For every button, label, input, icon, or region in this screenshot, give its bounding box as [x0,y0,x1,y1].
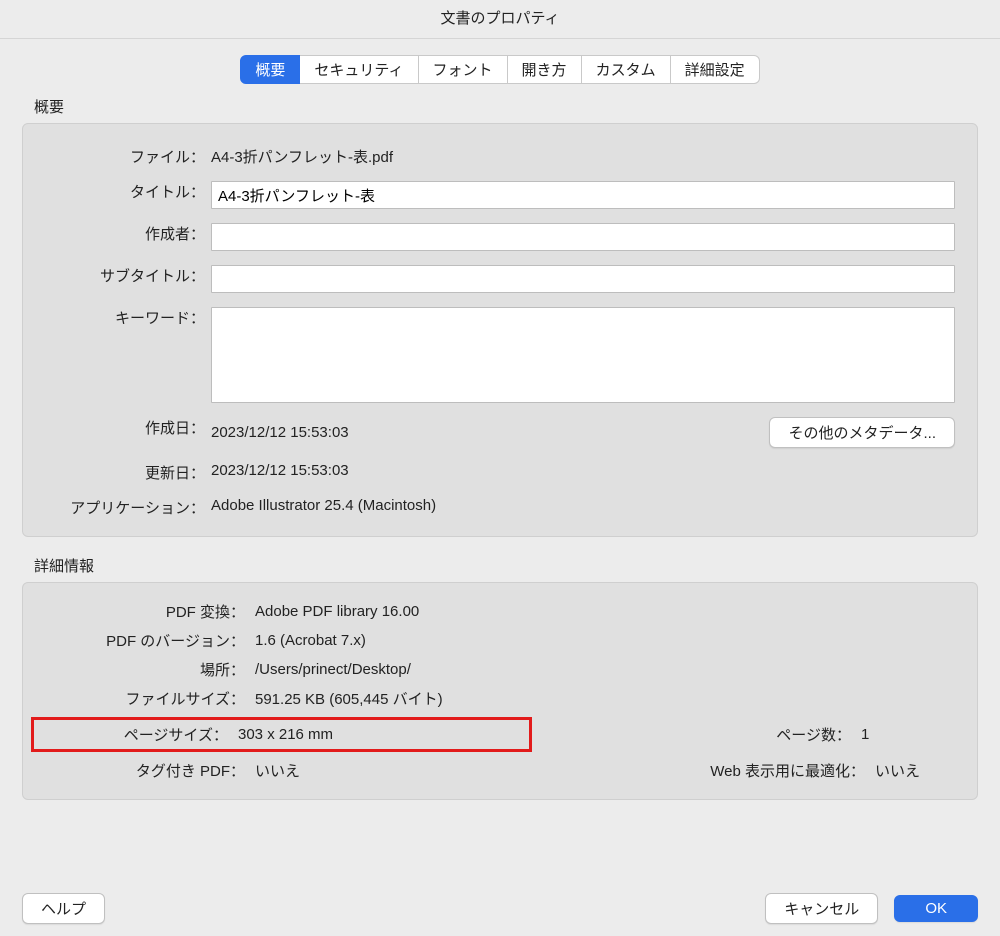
tab-open[interactable]: 開き方 [508,55,582,84]
summary-section: ファイル： A4-3折パンフレット-表.pdf タイトル： 作成者： サブタイト… [22,123,978,537]
label-application: アプリケーション： [45,493,211,518]
value-application: Adobe Illustrator 25.4 (Macintosh) [211,497,436,514]
title-input[interactable] [211,181,955,209]
row-subtitle: サブタイトル： [45,261,955,293]
label-file-size: ファイルサイズ： [45,688,255,709]
ok-button[interactable]: OK [894,895,978,922]
tabbar: 概要 セキュリティ フォント 開き方 カスタム 詳細設定 [22,55,978,84]
row-keywords: キーワード： [45,303,955,403]
value-pdf-version: 1.6 (Acrobat 7.x) [255,632,366,649]
label-fast-web: Web 表示用に最適化： [546,760,876,781]
tab-font[interactable]: フォント [419,55,508,84]
row-location: 場所： /Users/prinect/Desktop/ [45,659,955,680]
value-location: /Users/prinect/Desktop/ [255,661,411,678]
label-pdf-converter: PDF 変換： [45,601,255,622]
label-pdf-version: PDF のバージョン： [45,630,255,651]
label-author: 作成者： [45,219,211,244]
document-properties-window: 文書のプロパティ 概要 セキュリティ フォント 開き方 カスタム 詳細設定 概要… [0,0,1000,936]
value-pdf-converter: Adobe PDF library 16.00 [255,603,419,620]
label-file: ファイル： [45,142,211,167]
label-modified: 更新日： [45,458,211,483]
row-pdf-version: PDF のバージョン： 1.6 (Acrobat 7.x) [45,630,955,651]
label-subtitle: サブタイトル： [45,261,211,286]
more-metadata-button[interactable]: その他のメタデータ... [769,417,955,448]
row-file-size: ファイルサイズ： 591.25 KB (605,445 バイト) [45,688,955,709]
value-fast-web: いいえ [875,760,955,781]
page-size-highlight: ページサイズ： 303 x 216 mm [31,717,532,752]
label-tagged-pdf: タグ付き PDF： [45,760,255,781]
footer: ヘルプ キャンセル OK [0,880,1000,936]
row-created: 作成日： 2023/12/12 15:53:03 その他のメタデータ... [45,413,955,448]
label-title: タイトル： [45,177,211,202]
value-created: 2023/12/12 15:53:03 [211,424,349,441]
value-file-size: 591.25 KB (605,445 バイト) [255,688,443,709]
label-page-count: ページ数： [532,724,862,745]
row-file: ファイル： A4-3折パンフレット-表.pdf [45,142,955,167]
row-application: アプリケーション： Adobe Illustrator 25.4 (Macint… [45,493,955,518]
keywords-textarea[interactable] [211,307,955,403]
value-page-size: 303 x 216 mm [238,726,333,743]
cancel-button[interactable]: キャンセル [765,893,878,924]
tab-security[interactable]: セキュリティ [300,55,418,84]
window-content: 概要 セキュリティ フォント 開き方 カスタム 詳細設定 概要 ファイル： A4… [0,39,1000,800]
label-location: 場所： [45,659,255,680]
subtitle-input[interactable] [211,265,955,293]
tab-summary[interactable]: 概要 [240,55,300,84]
label-page-size: ページサイズ： [42,724,238,745]
row-author: 作成者： [45,219,955,251]
tab-custom[interactable]: カスタム [582,55,671,84]
row-page-size: ページサイズ： 303 x 216 mm ページ数： 1 [45,717,955,752]
row-tagged-pdf: タグ付き PDF： いいえ Web 表示用に最適化： いいえ [45,760,955,781]
value-modified: 2023/12/12 15:53:03 [211,462,349,479]
author-input[interactable] [211,223,955,251]
row-pdf-converter: PDF 変換： Adobe PDF library 16.00 [45,601,955,622]
row-modified: 更新日： 2023/12/12 15:53:03 [45,458,955,483]
label-created: 作成日： [45,413,211,438]
details-section-label: 詳細情報 [34,555,978,576]
details-section: PDF 変換： Adobe PDF library 16.00 PDF のバージ… [22,582,978,800]
summary-section-label: 概要 [34,96,978,117]
tab-advanced[interactable]: 詳細設定 [671,55,760,84]
value-tagged-pdf: いいえ [255,760,300,781]
help-button[interactable]: ヘルプ [22,893,105,924]
value-page-count: 1 [861,726,941,743]
value-file: A4-3折パンフレット-表.pdf [211,146,393,167]
row-title: タイトル： [45,177,955,209]
label-keywords: キーワード： [45,303,211,328]
window-title: 文書のプロパティ [0,0,1000,39]
